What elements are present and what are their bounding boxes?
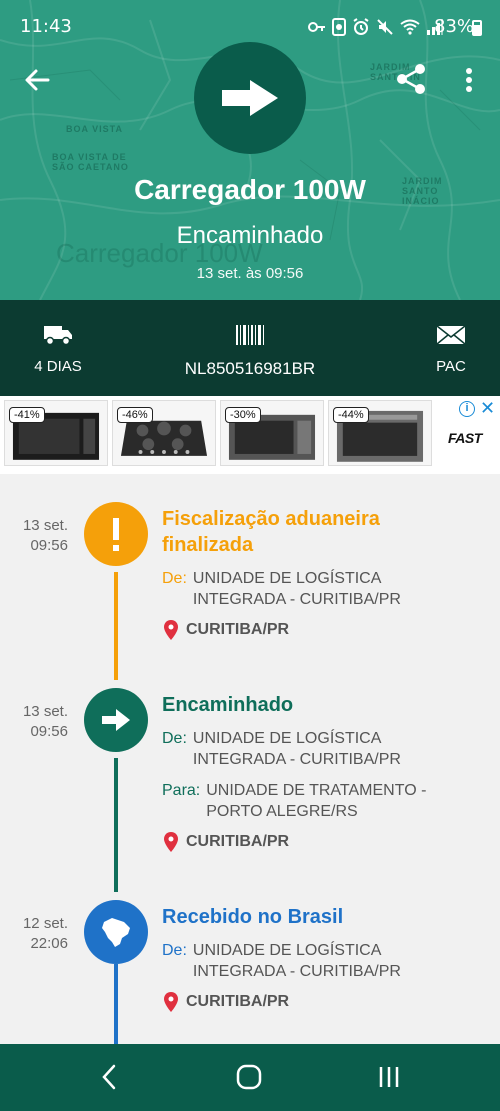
- service-label: PAC: [436, 358, 466, 375]
- more-vert-icon: [466, 68, 472, 92]
- share-icon: [397, 64, 425, 94]
- ad-banner[interactable]: -41% -46% -30% -44%: [0, 396, 500, 474]
- map-label: BOA VISTA: [66, 124, 124, 134]
- origin-label: De:: [162, 730, 187, 747]
- map-label: BOA VISTA DE SÃO CAETANO: [52, 152, 129, 172]
- key-icon: [308, 22, 325, 32]
- brazil-map-icon: [102, 918, 130, 947]
- chevron-left-icon: [102, 1064, 116, 1090]
- days-label: 4 DIAS: [34, 358, 82, 375]
- tracking-code[interactable]: NL850516981BR: [160, 324, 340, 379]
- arrow-right-icon: [102, 709, 130, 731]
- wifi-icon: [400, 19, 420, 35]
- destination-value: UNIDADE DE TRATAMENTO - PORTO ALEGRE/RS: [206, 782, 427, 820]
- ad-product-oven[interactable]: -44%: [328, 400, 432, 466]
- status-icons: [308, 18, 444, 36]
- delivery-days: 4 DIAS: [22, 324, 94, 375]
- event-title: Recebido no Brasil: [162, 906, 344, 928]
- back-button[interactable]: [22, 64, 54, 96]
- event-time: 22:06: [30, 935, 68, 952]
- location-pin-icon: [164, 992, 178, 1012]
- barcode-icon: [236, 325, 264, 345]
- discount-badge: -30%: [225, 407, 261, 423]
- location-label: CURITIBA/PR: [186, 621, 290, 638]
- event-status-icon: [84, 900, 148, 964]
- event-datetime: 12 set. 22:06: [0, 914, 68, 954]
- event-time: 09:56: [30, 537, 68, 554]
- location-label: CURITIBA/PR: [186, 993, 290, 1010]
- nav-home-button[interactable]: [236, 1064, 262, 1095]
- event-destination: Para: UNIDADE DE TRATAMENTO - PORTO ALEGR…: [162, 780, 456, 822]
- service-type: PAC: [420, 324, 482, 375]
- ad-product-cooktop[interactable]: -46%: [112, 400, 216, 466]
- home-icon: [236, 1064, 262, 1090]
- discount-badge: -44%: [333, 407, 369, 423]
- origin-label: De:: [162, 570, 187, 587]
- more-options-button[interactable]: [456, 64, 482, 98]
- alarm-icon: [353, 18, 369, 35]
- shipment-info-bar: 4 DIAS NL850516981BR PAC: [0, 300, 500, 396]
- location-pin-icon: [164, 832, 178, 852]
- battery-percent: 83%: [434, 16, 475, 37]
- status-icon-circle: [194, 42, 306, 154]
- discount-badge: -46%: [117, 407, 153, 423]
- arrow-left-icon: [25, 69, 50, 91]
- timeline-connector: [114, 758, 118, 892]
- system-nav-bar: [0, 1044, 500, 1111]
- battery-icon: [472, 20, 482, 36]
- tracking-code-label: NL850516981BR: [184, 359, 316, 378]
- event-origin: De: UNIDADE DE LOGÍSTICA INTEGRADA - CURI…: [162, 568, 423, 610]
- event-date: 12 set.: [22, 915, 68, 932]
- location-pin-icon: [164, 620, 178, 640]
- origin-value: UNIDADE DE LOGÍSTICA INTEGRADA - CURITIB…: [192, 570, 401, 608]
- nav-recents-button[interactable]: [376, 1064, 402, 1095]
- exclamation-icon: [113, 518, 119, 551]
- origin-value: UNIDADE DE LOGÍSTICA INTEGRADA - CURITIB…: [192, 942, 401, 980]
- ad-product-microwave[interactable]: -41%: [4, 400, 108, 466]
- event-status-icon: [84, 688, 148, 752]
- event-status-icon: [84, 502, 148, 566]
- event-date: 13 set.: [22, 703, 68, 720]
- ad-info-icon[interactable]: i: [459, 401, 475, 417]
- tracking-timeline: 13 set. 09:56 Fiscalização aduaneira fin…: [0, 474, 500, 1044]
- origin-label: De:: [162, 942, 187, 959]
- recents-icon: [379, 1067, 399, 1087]
- mute-icon: [377, 19, 393, 35]
- share-button[interactable]: [394, 62, 428, 96]
- package-status: Encaminhado: [176, 222, 324, 249]
- ad-product-microwave-2[interactable]: -30%: [220, 400, 324, 466]
- origin-value: UNIDADE DE LOGÍSTICA INTEGRADA - CURITIB…: [192, 730, 401, 768]
- event-date: 13 set.: [22, 517, 68, 534]
- status-datetime: 13 set. às 09:56: [196, 265, 304, 282]
- envelope-icon: [436, 325, 466, 345]
- status-bar: 11:43 83%: [0, 0, 500, 56]
- event-datetime: 13 set. 09:56: [0, 702, 68, 742]
- event-title: Fiscalização aduaneira finalizada: [162, 508, 380, 556]
- event-datetime: 13 set. 09:56: [0, 516, 68, 556]
- timeline-connector: [114, 964, 118, 1044]
- timeline-connector: [114, 572, 118, 680]
- truck-icon: [44, 326, 72, 346]
- arrow-right-icon: [222, 80, 278, 116]
- package-title: Carregador 100W: [134, 174, 366, 205]
- clock: 11:43: [20, 16, 72, 37]
- ad-brand-logo: FAST: [448, 430, 482, 446]
- nav-back-button[interactable]: [100, 1064, 120, 1095]
- event-origin: De: UNIDADE DE LOGÍSTICA INTEGRADA - CURI…: [162, 940, 423, 982]
- location-label: CURITIBA/PR: [186, 833, 290, 850]
- event-title: Encaminhado: [162, 694, 294, 716]
- event-origin: De: UNIDADE DE LOGÍSTICA INTEGRADA - CURI…: [162, 728, 423, 770]
- event-location: CURITIBA/PR: [164, 992, 289, 1012]
- ad-close-icon[interactable]: ✕: [480, 398, 495, 419]
- event-location: CURITIBA/PR: [164, 832, 289, 852]
- destination-label: Para:: [162, 782, 201, 799]
- discount-badge: -41%: [9, 407, 45, 423]
- phone-sync-icon: [332, 18, 346, 36]
- event-time: 09:56: [30, 723, 68, 740]
- event-location: CURITIBA/PR: [164, 620, 289, 640]
